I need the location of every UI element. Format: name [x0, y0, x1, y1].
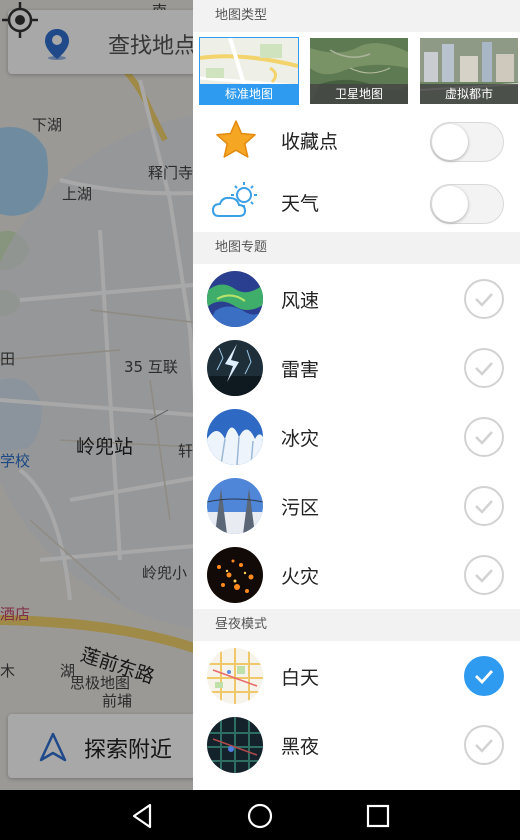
theme-row-wind-speed[interactable]: 风速: [193, 264, 520, 333]
checkmark-icon: [475, 739, 493, 753]
wind-speed-icon: [207, 271, 263, 327]
favorites-row[interactable]: 收藏点: [193, 108, 520, 170]
checkmark-icon: [475, 431, 493, 445]
map-type-satellite[interactable]: 卫星地图: [310, 38, 408, 104]
weather-toggle[interactable]: [430, 184, 504, 224]
home-icon[interactable]: [246, 802, 274, 830]
ice-disaster-label: 冰灾: [281, 428, 320, 450]
pollution-checkbox[interactable]: [464, 486, 504, 526]
fire-label: 火灾: [281, 566, 320, 588]
system-navigation-bar: [0, 790, 520, 840]
map-type-virtual-city-label: 虚拟都市: [420, 84, 518, 104]
favorites-toggle[interactable]: [430, 122, 504, 162]
lightning-checkbox[interactable]: [464, 348, 504, 388]
day-night-row-day[interactable]: 白天: [193, 641, 520, 710]
favorites-toggle-knob: [432, 124, 468, 160]
map-type-satellite-label: 卫星地图: [310, 84, 408, 104]
theme-row-pollution[interactable]: 污区: [193, 471, 520, 540]
wind-speed-checkbox[interactable]: [464, 279, 504, 319]
night-map-icon: [207, 717, 263, 773]
pollution-icon: [207, 478, 263, 534]
section-day-night-heading: 昼夜模式: [193, 609, 520, 641]
day-map-icon: [207, 648, 263, 704]
checkmark-icon: [475, 293, 493, 307]
fire-checkbox[interactable]: [464, 555, 504, 595]
map-type-standard[interactable]: 标准地图: [199, 37, 299, 105]
recent-apps-icon[interactable]: [364, 802, 392, 830]
star-icon: [216, 120, 256, 158]
pollution-label: 污区: [281, 497, 320, 519]
weather-row[interactable]: 天气: [193, 170, 520, 232]
map-layers-panel: 地图类型 标准地图 卫星地图 虚拟都市 收藏点 天气 地图专题 风速 雷害 冰灾…: [193, 0, 520, 790]
checkmark-icon: [475, 362, 493, 376]
ice-disaster-checkbox[interactable]: [464, 417, 504, 457]
weather-icon: [211, 182, 257, 217]
map-type-virtual-city[interactable]: 虚拟都市: [420, 38, 518, 104]
night-checkbox[interactable]: [464, 725, 504, 765]
weather-toggle-knob: [432, 186, 468, 222]
checkmark-icon: [475, 670, 494, 684]
weather-label: 天气: [281, 193, 320, 215]
day-checkbox[interactable]: [464, 656, 504, 696]
back-icon[interactable]: [128, 802, 156, 830]
ice-disaster-icon: [207, 409, 263, 465]
map-type-options: 标准地图 卫星地图 虚拟都市: [193, 32, 520, 108]
theme-row-fire[interactable]: 火灾: [193, 540, 520, 609]
lightning-label: 雷害: [281, 359, 320, 381]
day-label: 白天: [281, 667, 320, 689]
theme-row-ice-disaster[interactable]: 冰灾: [193, 402, 520, 471]
map-type-standard-label: 标准地图: [200, 84, 298, 104]
favorites-label: 收藏点: [281, 131, 339, 153]
section-map-type-heading: 地图类型: [193, 0, 520, 32]
section-themes-heading: 地图专题: [193, 232, 520, 264]
day-night-row-night[interactable]: 黑夜: [193, 710, 520, 779]
theme-row-lightning[interactable]: 雷害: [193, 333, 520, 402]
wind-speed-label: 风速: [281, 290, 320, 312]
lightning-icon: [207, 340, 263, 396]
fire-icon: [207, 547, 263, 603]
checkmark-icon: [475, 569, 493, 583]
night-label: 黑夜: [281, 736, 320, 758]
checkmark-icon: [475, 500, 493, 514]
